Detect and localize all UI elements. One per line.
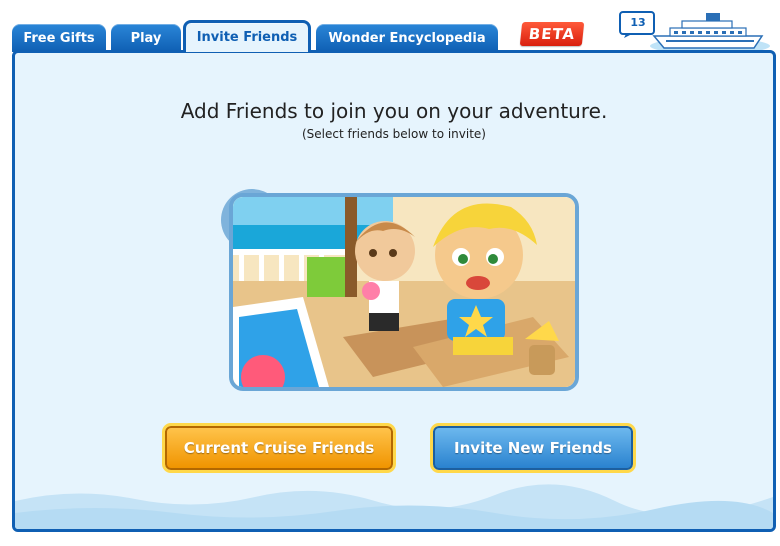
current-cruise-friends-button[interactable]: Current Cruise Friends [162, 423, 396, 473]
tab-wonder-encyclopedia[interactable]: Wonder Encyclopedia [316, 24, 498, 52]
tab-free-gifts[interactable]: Free Gifts [12, 24, 106, 52]
tab-invite-friends[interactable]: Invite Friends [183, 20, 311, 52]
invite-panel: Add Friends to join you on your adventur… [12, 50, 776, 532]
invite-new-friends-button[interactable]: Invite New Friends [430, 423, 636, 473]
cruise-ship-icon [650, 10, 776, 54]
tab-play[interactable]: Play [111, 24, 181, 52]
beta-badge: BETA [519, 22, 585, 46]
decorative-waves [15, 484, 773, 529]
cruise-deck-friends-illustration [229, 193, 579, 391]
page-subtitle: (Select friends below to invite) [302, 127, 486, 141]
page-title: Add Friends to join you on your adventur… [180, 99, 608, 123]
